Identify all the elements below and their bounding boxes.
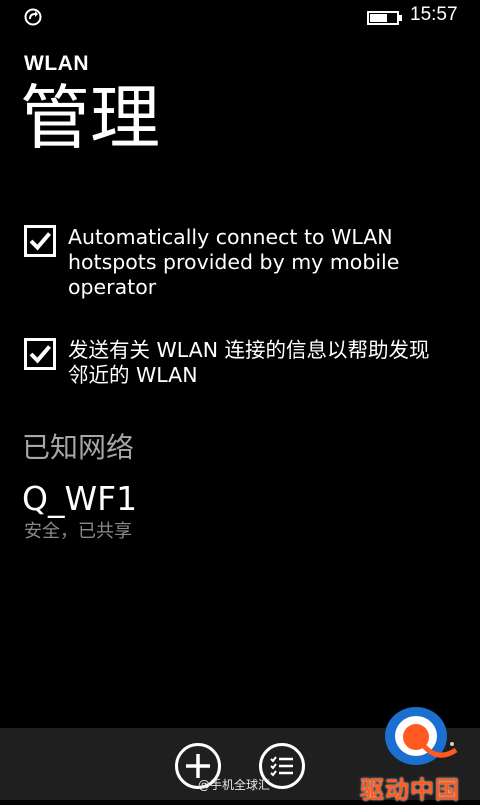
send-info-setting[interactable]: 发送有关 WLAN 连接的信息以帮助发现邻近的 WLAN [24,338,454,388]
battery-icon [367,11,402,25]
network-item[interactable]: Q_WF1 安全，已共享 [22,480,442,544]
known-networks-header: 已知网络 [22,431,135,464]
status-bar: 15:57 [0,0,480,32]
data-sync-icon [24,8,42,26]
watermark-text: @手机全球汇 [198,778,271,792]
send-info-checkbox[interactable] [24,338,56,370]
status-clock: 15:57 [410,4,458,25]
auto-connect-label: Automatically connect to WLAN hotspots p… [68,225,400,299]
network-status: 安全，已共享 [24,521,132,542]
network-name: Q_WF1 [22,479,138,518]
auto-connect-checkbox[interactable] [24,225,56,257]
app-title: WLAN [24,52,89,75]
auto-connect-setting[interactable]: Automatically connect to WLAN hotspots p… [24,225,454,300]
send-info-label: 发送有关 WLAN 连接的信息以帮助发现邻近的 WLAN [68,338,430,387]
page-title: 管理 [20,77,160,159]
